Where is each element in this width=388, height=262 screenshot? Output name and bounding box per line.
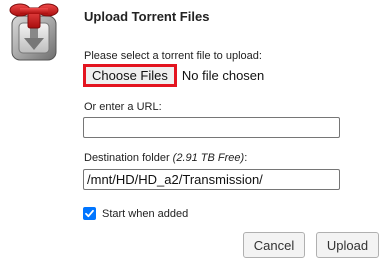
url-input[interactable]: [83, 117, 340, 138]
check-icon: [85, 209, 94, 218]
upload-torrent-dialog: Upload Torrent Files Please select a tor…: [0, 0, 388, 262]
destination-label-text: Destination folder: [84, 152, 170, 164]
file-status-text: No file chosen: [181, 68, 265, 83]
destination-folder-input[interactable]: [83, 169, 340, 190]
free-space-text: (2.91 TB Free): [172, 152, 245, 164]
file-select-label: Please select a torrent file to upload:: [84, 50, 262, 62]
start-when-added-label: Start when added: [102, 207, 189, 220]
url-label: Or enter a URL:: [84, 101, 162, 113]
transmission-icon: [6, 2, 64, 64]
destination-label: Destination folder (2.91 TB Free):: [84, 152, 247, 164]
dialog-title: Upload Torrent Files: [84, 9, 210, 24]
cancel-button[interactable]: Cancel: [243, 232, 305, 258]
start-when-added-checkbox[interactable]: [83, 207, 96, 220]
choose-files-button[interactable]: Choose Files: [83, 64, 177, 87]
destination-label-suffix: :: [244, 152, 248, 164]
upload-button[interactable]: Upload: [316, 232, 379, 258]
start-when-added-row: Start when added: [83, 207, 188, 220]
file-picker: Choose Files No file chosen: [83, 64, 264, 87]
